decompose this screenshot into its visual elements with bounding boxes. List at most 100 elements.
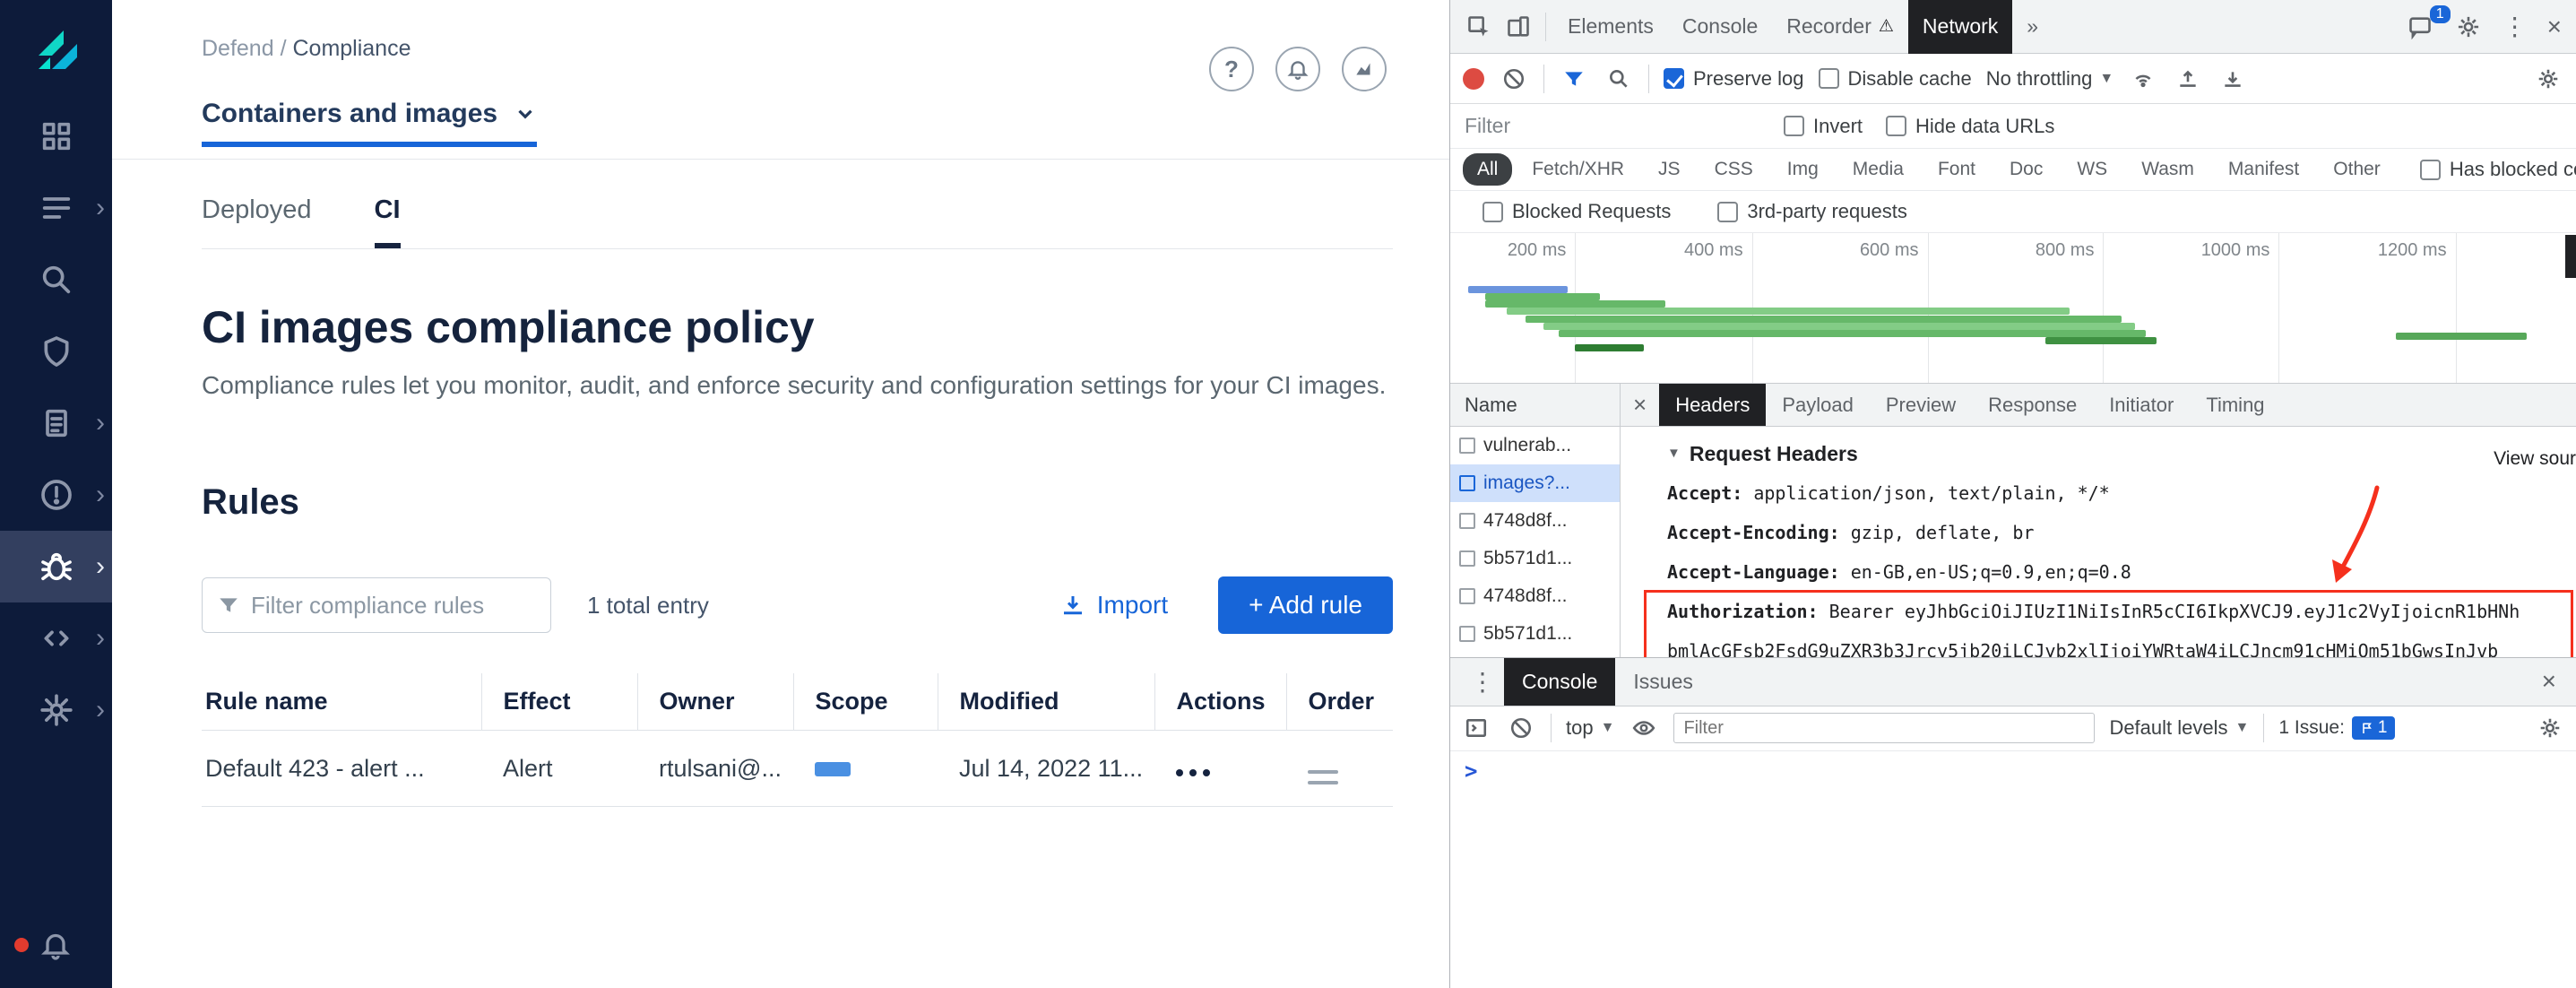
tab-console[interactable]: Console bbox=[1668, 0, 1772, 54]
search-icon[interactable] bbox=[1604, 64, 1634, 94]
drawer-tab-console[interactable]: Console bbox=[1504, 658, 1615, 706]
scope-selector[interactable]: Containers and images bbox=[202, 99, 537, 147]
sidebar-item-discover[interactable] bbox=[0, 244, 112, 316]
tab-recorder[interactable]: Recorder ⚠ bbox=[1772, 0, 1908, 54]
device-toolbar-icon[interactable] bbox=[1499, 7, 1538, 47]
filter-chip-doc[interactable]: Doc bbox=[1995, 153, 2057, 186]
invert-checkbox[interactable]: Invert bbox=[1784, 115, 1863, 138]
column-scope[interactable]: Scope bbox=[793, 673, 938, 731]
sidebar-item-incidents[interactable]: › bbox=[0, 459, 112, 531]
tab-deployed[interactable]: Deployed bbox=[202, 195, 312, 248]
tab-network[interactable]: Network bbox=[1908, 0, 2012, 54]
network-conditions-icon[interactable] bbox=[2128, 64, 2158, 94]
filter-chip-media[interactable]: Media bbox=[1838, 153, 1918, 186]
detail-tab-headers[interactable]: Headers bbox=[1659, 384, 1766, 426]
overview-scrollbar[interactable] bbox=[2565, 235, 2576, 278]
filter-chip-css[interactable]: CSS bbox=[1700, 153, 1768, 186]
notifications-bell-icon[interactable] bbox=[39, 929, 72, 961]
filter-chip-ws[interactable]: WS bbox=[2062, 153, 2122, 186]
sidebar-item-assurance[interactable] bbox=[0, 316, 112, 387]
filter-toggle-icon[interactable] bbox=[1559, 64, 1589, 94]
issues-counter[interactable]: 1 Issue: 1 bbox=[2278, 716, 2395, 740]
sidebar-item-dashboard[interactable] bbox=[0, 100, 112, 172]
disable-cache-checkbox[interactable]: Disable cache bbox=[1819, 67, 1972, 91]
sidebar-item-code[interactable]: › bbox=[0, 602, 112, 674]
console-messages-icon[interactable]: 1 bbox=[2400, 7, 2440, 47]
network-settings-gear-icon[interactable] bbox=[2533, 64, 2563, 94]
export-har-icon[interactable] bbox=[2217, 64, 2248, 94]
tab-ci[interactable]: CI bbox=[375, 195, 401, 248]
filter-chip-manifest[interactable]: Manifest bbox=[2214, 153, 2313, 186]
sidebar-item-policies[interactable]: › bbox=[0, 387, 112, 459]
request-row[interactable]: 4748d8f... bbox=[1450, 502, 1620, 540]
sidebar-item-settings[interactable]: › bbox=[0, 674, 112, 746]
throttling-select[interactable]: No throttling ▼ bbox=[1986, 67, 2114, 91]
sidebar-item-defend[interactable]: › bbox=[0, 531, 112, 602]
network-filter-input[interactable] bbox=[1465, 114, 1760, 138]
devtools-settings-gear-icon[interactable] bbox=[2449, 7, 2488, 47]
breadcrumb[interactable]: Defend / Compliance bbox=[202, 36, 411, 62]
detail-tab-initiator[interactable]: Initiator bbox=[2093, 384, 2190, 426]
inspect-icon[interactable] bbox=[1459, 7, 1499, 47]
filter-chip-img[interactable]: Img bbox=[1773, 153, 1833, 186]
import-har-icon[interactable] bbox=[2173, 64, 2203, 94]
request-row-selected[interactable]: images?... bbox=[1450, 464, 1620, 502]
notifications-button[interactable] bbox=[1275, 47, 1320, 91]
breadcrumb-section[interactable]: Defend bbox=[202, 36, 274, 61]
column-rule-name[interactable]: Rule name bbox=[202, 673, 481, 731]
request-row[interactable]: vulnerab... bbox=[1450, 427, 1620, 464]
devtools-menu-kebab-icon[interactable]: ⋮ bbox=[2497, 12, 2533, 41]
detail-tab-timing[interactable]: Timing bbox=[2190, 384, 2280, 426]
detail-tab-payload[interactable]: Payload bbox=[1766, 384, 1870, 426]
tab-overflow[interactable]: » bbox=[2012, 0, 2053, 54]
request-headers-section[interactable]: ▼ Request Headers bbox=[1667, 434, 2576, 473]
column-owner[interactable]: Owner bbox=[637, 673, 793, 731]
filter-chip-font[interactable]: Font bbox=[1923, 153, 1990, 186]
request-row[interactable]: 5b571d1... bbox=[1450, 540, 1620, 577]
row-actions-kebab-icon[interactable] bbox=[1176, 769, 1210, 776]
close-detail-icon[interactable]: × bbox=[1621, 391, 1659, 419]
detail-tab-response[interactable]: Response bbox=[1972, 384, 2093, 426]
table-row[interactable]: Default 423 - alert ... Alert rtulsani@.… bbox=[202, 731, 1393, 807]
hide-data-urls-checkbox[interactable]: Hide data URLs bbox=[1886, 115, 2054, 138]
request-row[interactable]: 5b571d1... bbox=[1450, 615, 1620, 653]
import-button[interactable]: Import bbox=[1059, 591, 1168, 620]
view-source-link[interactable]: View sour bbox=[2494, 439, 2576, 479]
console-settings-gear-icon[interactable] bbox=[2535, 713, 2565, 743]
console-filter-input[interactable] bbox=[1673, 713, 2095, 743]
filter-chip-fetch-xhr[interactable]: Fetch/XHR bbox=[1517, 153, 1638, 186]
name-column-header[interactable]: Name bbox=[1450, 384, 1621, 426]
cell-rule-name[interactable]: Default 423 - alert ... bbox=[202, 731, 481, 807]
filter-chip-all[interactable]: All bbox=[1463, 153, 1512, 186]
clear-console-icon[interactable] bbox=[1506, 713, 1536, 743]
drag-handle-icon[interactable] bbox=[1308, 770, 1338, 784]
request-row[interactable]: 4748d8f... bbox=[1450, 577, 1620, 615]
column-modified[interactable]: Modified bbox=[938, 673, 1154, 731]
console-prompt[interactable]: > bbox=[1450, 751, 2576, 988]
help-button[interactable]: ? bbox=[1209, 47, 1254, 91]
devtools-close-icon[interactable]: × bbox=[2542, 13, 2567, 41]
preserve-log-checkbox[interactable]: Preserve log bbox=[1664, 67, 1804, 91]
filter-chip-js[interactable]: JS bbox=[1644, 153, 1695, 186]
third-party-requests-checkbox[interactable]: 3rd-party requests bbox=[1717, 200, 1907, 223]
log-levels-select[interactable]: Default levels ▼ bbox=[2109, 716, 2249, 740]
filter-chip-wasm[interactable]: Wasm bbox=[2127, 153, 2209, 186]
detail-tab-preview[interactable]: Preview bbox=[1870, 384, 1972, 426]
context-select[interactable]: top ▼ bbox=[1566, 716, 1614, 740]
drawer-menu-kebab-icon[interactable]: ⋮ bbox=[1461, 667, 1504, 697]
column-effect[interactable]: Effect bbox=[481, 673, 637, 731]
blocked-requests-checkbox[interactable]: Blocked Requests bbox=[1482, 200, 1671, 223]
add-rule-button[interactable]: + Add rule bbox=[1218, 576, 1393, 634]
filter-chip-other[interactable]: Other bbox=[2319, 153, 2395, 186]
tab-elements[interactable]: Elements bbox=[1553, 0, 1668, 54]
has-blocked-cookies-checkbox[interactable]: Has blocked cookies bbox=[2420, 158, 2576, 181]
drawer-close-icon[interactable]: × bbox=[2533, 667, 2565, 696]
console-sidebar-icon[interactable] bbox=[1461, 713, 1491, 743]
usage-button[interactable] bbox=[1342, 47, 1387, 91]
network-overview[interactable]: 200 ms400 ms600 ms800 ms1000 ms1200 ms bbox=[1450, 233, 2576, 384]
drawer-tab-issues[interactable]: Issues bbox=[1615, 658, 1710, 706]
eye-icon[interactable] bbox=[1629, 713, 1659, 743]
rules-filter-input[interactable] bbox=[251, 592, 536, 620]
aqua-logo[interactable] bbox=[28, 20, 85, 77]
sidebar-item-workloads[interactable]: › bbox=[0, 172, 112, 244]
